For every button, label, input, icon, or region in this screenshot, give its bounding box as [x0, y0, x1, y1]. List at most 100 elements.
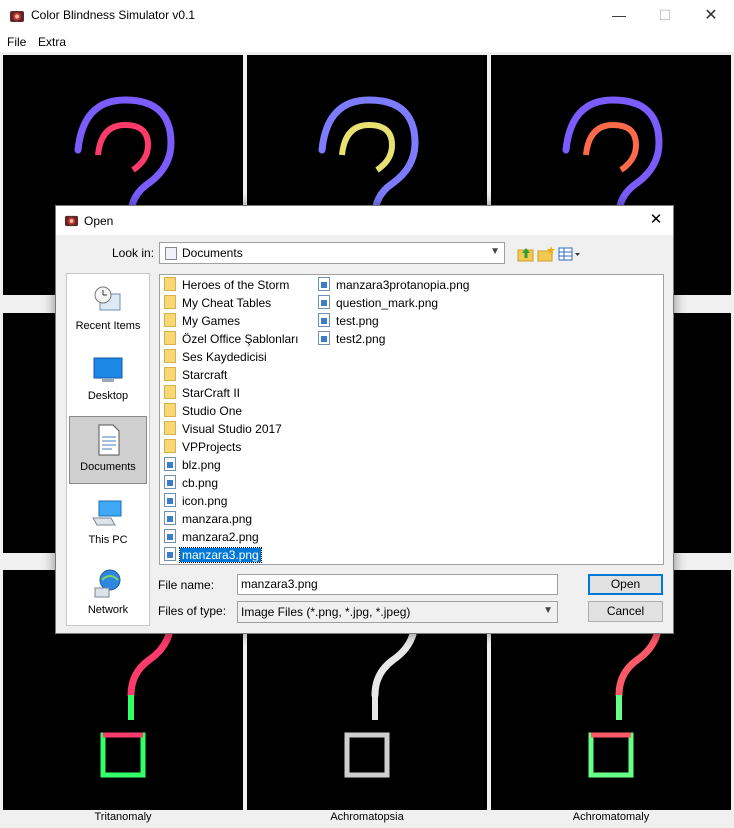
up-folder-icon[interactable] [517, 245, 535, 263]
cancel-button[interactable]: Cancel [588, 601, 663, 622]
image-file-icon [164, 529, 176, 543]
file-name: manzara.png [182, 512, 253, 526]
desktop-icon [93, 357, 123, 382]
menu-extra[interactable]: Extra [38, 35, 66, 49]
files-of-type-combo[interactable]: Image Files (*.png, *.jpg, *.jpeg) ▼ [237, 601, 558, 623]
file-item[interactable]: question_mark.png [318, 294, 438, 312]
files-of-type-label: Files of type: [158, 604, 227, 618]
dialog-close-button[interactable]: ✕ [645, 209, 667, 231]
image-file-icon [164, 493, 176, 507]
file-name: Ses Kaydedicisi [182, 350, 267, 364]
folder-item[interactable]: Visual Studio 2017 [164, 420, 282, 438]
file-name-label: File name: [158, 578, 215, 592]
file-name: manzara3protanopia.png [336, 278, 470, 292]
file-name: manzara3.png [179, 547, 262, 563]
label-achromatopsia: Achromatopsia [330, 811, 404, 823]
app-icon [10, 11, 24, 22]
place-desktop[interactable]: Desktop [69, 354, 147, 422]
file-item[interactable]: manzara3protanopia.png [318, 276, 469, 294]
recent-items-icon [94, 286, 121, 311]
place-label: Documents [80, 461, 136, 473]
file-name: test.png [336, 314, 379, 328]
file-name: Studio One [182, 404, 243, 418]
folder-item[interactable]: VPProjects [164, 438, 241, 456]
file-name: blz.png [182, 458, 221, 472]
look-in-value: Documents [182, 246, 243, 260]
place-label: Network [87, 604, 129, 616]
network-icon [94, 569, 121, 598]
file-name-input[interactable]: manzara3.png [237, 574, 558, 595]
maximize-button[interactable]: ☐ [642, 0, 688, 31]
file-item[interactable]: blz.png [164, 456, 221, 474]
place-documents[interactable]: Documents [69, 416, 147, 484]
file-name: Visual Studio 2017 [182, 422, 282, 436]
file-name: VPProjects [182, 440, 242, 454]
folder-icon [164, 277, 176, 291]
file-item[interactable]: manzara.png [164, 510, 252, 528]
file-name: test2.png [336, 332, 386, 346]
file-list[interactable]: Heroes of the Storm My Cheat Tables My Gam… [159, 274, 664, 565]
files-of-type-value: Image Files (*.png, *.jpg, *.jpeg) [241, 605, 411, 619]
open-button[interactable]: Open [588, 574, 663, 595]
file-name: cb.png [182, 476, 219, 490]
folder-item[interactable]: Heroes of the Storm [164, 276, 289, 294]
window-titlebar[interactable]: Color Blindness Simulator v0.1 — ☐ ✕ [0, 0, 734, 31]
chevron-down-icon[interactable]: ▼ [543, 605, 553, 616]
documents-icon [98, 424, 120, 456]
folder-icon [164, 439, 176, 453]
file-item[interactable]: manzara2.png [164, 528, 259, 546]
folder-icon [164, 349, 176, 363]
folder-item[interactable]: My Games [164, 312, 240, 330]
new-folder-icon[interactable] [537, 245, 555, 263]
image-file-icon [164, 457, 176, 471]
file-name: My Games [182, 314, 241, 328]
place-this-pc[interactable]: This PC [69, 498, 147, 566]
close-button[interactable]: ✕ [688, 0, 734, 31]
computer-icon [92, 500, 122, 526]
folder-icon [164, 385, 176, 399]
folder-item[interactable]: Studio One [164, 402, 242, 420]
file-item[interactable]: cb.png [164, 474, 218, 492]
place-label: This PC [88, 534, 128, 546]
folder-item[interactable]: Özel Office Şablonları [164, 330, 299, 348]
view-menu-icon[interactable] [558, 245, 582, 263]
place-recent-items[interactable]: Recent Items [69, 284, 147, 352]
folder-icon [164, 295, 176, 309]
file-name: manzara2.png [182, 530, 259, 544]
chevron-down-icon[interactable]: ▼ [490, 246, 500, 257]
app-icon [64, 215, 79, 227]
label-tritanomaly: Tritanomaly [94, 811, 152, 823]
file-item[interactable]: icon.png [164, 492, 227, 510]
folder-icon [164, 331, 176, 345]
folder-item[interactable]: Ses Kaydedicisi [164, 348, 267, 366]
file-item[interactable]: manzara3.png [164, 546, 262, 564]
file-item[interactable]: test.png [318, 312, 379, 330]
image-file-icon [318, 295, 330, 309]
folder-item[interactable]: StarCraft II [164, 384, 240, 402]
image-file-icon [164, 475, 176, 489]
folder-icon [164, 421, 176, 435]
file-item[interactable]: test2.png [318, 330, 385, 348]
place-label: Recent Items [75, 320, 141, 332]
image-file-icon [318, 331, 330, 345]
place-network[interactable]: Network [69, 568, 147, 636]
look-in-combo[interactable]: Documents ▼ [159, 242, 505, 264]
file-name: StarCraft II [182, 386, 241, 400]
open-dialog: Open ✕ Look in: Documents ▼ Recent Items [55, 205, 674, 634]
menu-bar: File Extra [0, 31, 734, 52]
places-bar: Recent Items Desktop Documents This PC N… [66, 273, 150, 626]
file-name: Heroes of the Storm [182, 278, 290, 292]
folder-icon [164, 367, 176, 381]
file-name: question_mark.png [336, 296, 439, 310]
minimize-button[interactable]: — [596, 0, 642, 31]
image-file-icon [318, 277, 330, 291]
file-name: Starcraft [182, 368, 228, 382]
dialog-titlebar[interactable]: Open ✕ [56, 206, 673, 235]
menu-file[interactable]: File [7, 35, 26, 49]
folder-item[interactable]: My Cheat Tables [164, 294, 271, 312]
image-file-icon [318, 313, 330, 327]
file-name: icon.png [182, 494, 228, 508]
folder-item[interactable]: Starcraft [164, 366, 227, 384]
image-file-icon [164, 547, 176, 561]
file-name: My Cheat Tables [182, 296, 272, 310]
